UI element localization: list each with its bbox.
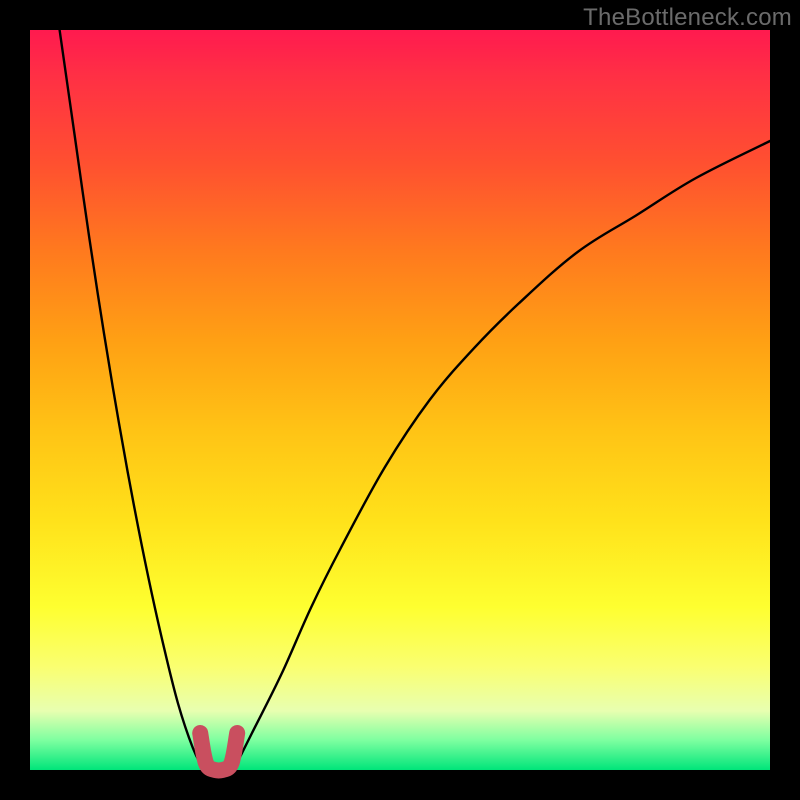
plot-area	[30, 30, 770, 770]
chart-svg	[30, 30, 770, 770]
chart-frame: TheBottleneck.com	[0, 0, 800, 800]
u-marker	[200, 733, 237, 771]
curve-left-branch	[60, 30, 204, 770]
curve-right-branch	[234, 141, 771, 770]
watermark-text: TheBottleneck.com	[583, 4, 792, 32]
